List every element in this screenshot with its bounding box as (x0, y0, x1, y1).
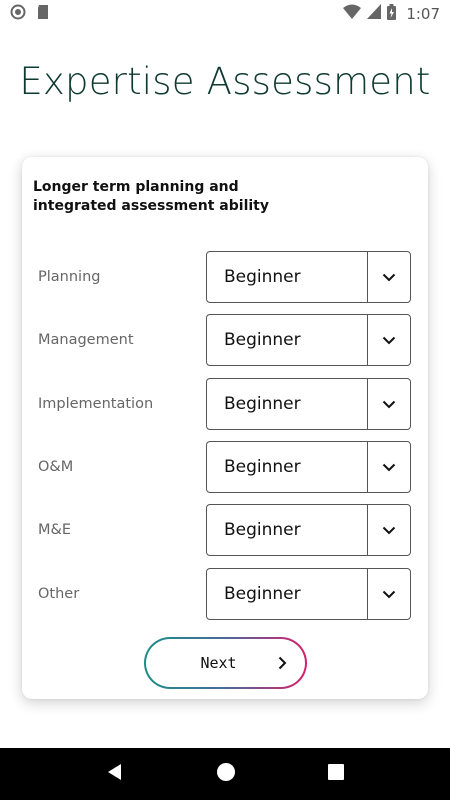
row-label: O&M (38, 459, 74, 475)
row-management: Management Beginner (22, 314, 428, 366)
signal-icon (367, 4, 382, 24)
chevron-down-icon[interactable] (367, 379, 410, 429)
next-button-label: Next (200, 654, 237, 672)
chevron-right-icon (278, 656, 287, 670)
recents-icon[interactable] (328, 763, 344, 785)
select-value: Beginner (224, 584, 301, 604)
navigation-bar (0, 748, 450, 800)
om-select[interactable]: Beginner (206, 441, 411, 493)
implementation-select[interactable]: Beginner (206, 378, 411, 430)
row-label: M&E (38, 522, 71, 538)
assessment-card: Longer term planning and integrated asse… (22, 157, 428, 699)
next-button-inner[interactable]: Next (146, 639, 305, 687)
row-implementation: Implementation Beginner (22, 378, 428, 430)
next-button[interactable]: Next (144, 637, 307, 689)
home-icon[interactable] (216, 762, 236, 787)
chevron-down-icon[interactable] (367, 442, 410, 492)
battery-icon (387, 3, 397, 25)
back-icon[interactable] (106, 763, 124, 786)
status-time: 1:07 (406, 5, 440, 23)
card-heading: Longer term planning and integrated asse… (33, 179, 269, 214)
other-select[interactable]: Beginner (206, 568, 411, 620)
status-bar: 1:07 (0, 0, 450, 28)
planning-select[interactable]: Beginner (206, 251, 411, 303)
select-value: Beginner (224, 394, 301, 414)
select-value: Beginner (224, 330, 301, 350)
wifi-icon (343, 4, 362, 24)
page-title: Expertise Assessment (19, 60, 431, 103)
select-value: Beginner (224, 457, 301, 477)
row-label: Management (38, 332, 134, 348)
sd-card-icon (36, 4, 50, 25)
chevron-down-icon[interactable] (367, 569, 410, 619)
row-planning: Planning Beginner (22, 251, 428, 303)
row-label: Implementation (38, 396, 154, 412)
row-other: Other Beginner (22, 568, 428, 620)
row-label: Planning (38, 269, 101, 285)
chevron-down-icon[interactable] (367, 252, 410, 302)
row-om: O&M Beginner (22, 441, 428, 493)
management-select[interactable]: Beginner (206, 314, 411, 366)
me-select[interactable]: Beginner (206, 504, 411, 556)
chevron-down-icon[interactable] (367, 315, 410, 365)
chevron-down-icon[interactable] (367, 505, 410, 555)
row-me: M&E Beginner (22, 504, 428, 556)
sync-icon (10, 4, 26, 25)
select-value: Beginner (224, 267, 301, 287)
row-label: Other (38, 586, 80, 602)
select-value: Beginner (224, 520, 301, 540)
